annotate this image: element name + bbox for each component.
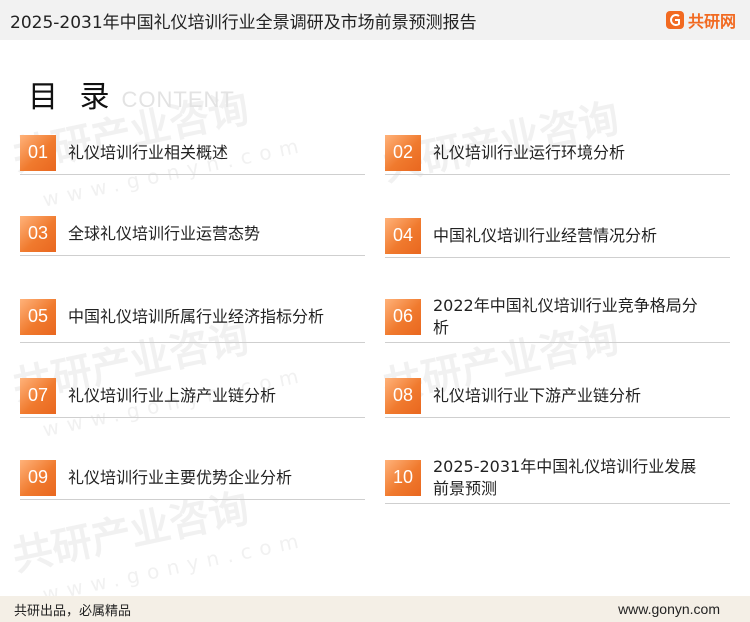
toc-item-label: 2022年中国礼仪培训行业竞争格局分析 (433, 295, 698, 337)
toc-item[interactable]: 03 全球礼仪培训行业运营态势 (20, 212, 365, 256)
toc-item[interactable]: 08 礼仪培训行业下游产业链分析 (385, 374, 730, 418)
brand-logo-icon (665, 11, 684, 29)
toc-item-label: 全球礼仪培训行业运营态势 (68, 223, 261, 243)
toc-item-label: 礼仪培训行业主要优势企业分析 (68, 467, 293, 487)
toc-item[interactable]: 04 中国礼仪培训行业经营情况分析 (385, 214, 730, 258)
toc-item[interactable]: 06 2022年中国礼仪培训行业竞争格局分析 (385, 291, 730, 343)
toc-item[interactable]: 09 礼仪培训行业主要优势企业分析 (20, 456, 365, 500)
watermark-url: www.gonyn.com (40, 527, 309, 607)
brand-name: 共研网 (687, 12, 736, 31)
brand[interactable]: 共研网 (665, 8, 736, 32)
toc-item-number: 01 (20, 134, 56, 171)
toc-item-number: 05 (20, 298, 56, 335)
toc-item-label: 中国礼仪培训行业经营情况分析 (433, 225, 658, 245)
toc-item[interactable]: 02 礼仪培训行业运行环境分析 (385, 131, 730, 175)
toc-item-number: 08 (385, 377, 421, 414)
toc-item-label: 礼仪培训行业相关概述 (68, 142, 229, 162)
toc-item-number: 02 (385, 134, 421, 171)
toc-item-number: 03 (20, 215, 56, 252)
toc-item-label: 礼仪培训行业上游产业链分析 (68, 385, 277, 405)
toc-item-number: 07 (20, 377, 56, 414)
toc-heading-sub: CONTENT (121, 87, 235, 112)
toc-item[interactable]: 10 2025-2031年中国礼仪培训行业发展前景预测 (385, 452, 730, 504)
footer-bar: 共研出品，必属精品 www.gonyn.com (0, 596, 750, 622)
toc-item-label: 中国礼仪培训所属行业经济指标分析 (68, 306, 325, 326)
toc-item-number: 10 (385, 459, 421, 496)
footer-url[interactable]: www.gonyn.com (618, 601, 720, 617)
toc-item-number: 04 (385, 217, 421, 254)
toc-heading: 目 录 CONTENT (28, 72, 235, 116)
toc-item-label: 礼仪培训行业运行环境分析 (433, 142, 626, 162)
header-bar: 2025-2031年中国礼仪培训行业全景调研及市场前景预测报告 共研网 (0, 0, 750, 40)
toc-item-number: 09 (20, 459, 56, 496)
toc-item-label: 礼仪培训行业下游产业链分析 (433, 385, 642, 405)
toc-item[interactable]: 07 礼仪培训行业上游产业链分析 (20, 374, 365, 418)
toc-item-number: 06 (385, 298, 421, 335)
report-title: 2025-2031年中国礼仪培训行业全景调研及市场前景预测报告 (10, 12, 477, 33)
toc-item[interactable]: 01 礼仪培训行业相关概述 (20, 131, 365, 175)
toc-heading-main: 目 录 (28, 80, 116, 115)
toc-item[interactable]: 05 中国礼仪培训所属行业经济指标分析 (20, 291, 365, 343)
toc-item-label: 2025-2031年中国礼仪培训行业发展前景预测 (433, 456, 697, 498)
footer-slogan: 共研出品，必属精品 (14, 603, 132, 619)
